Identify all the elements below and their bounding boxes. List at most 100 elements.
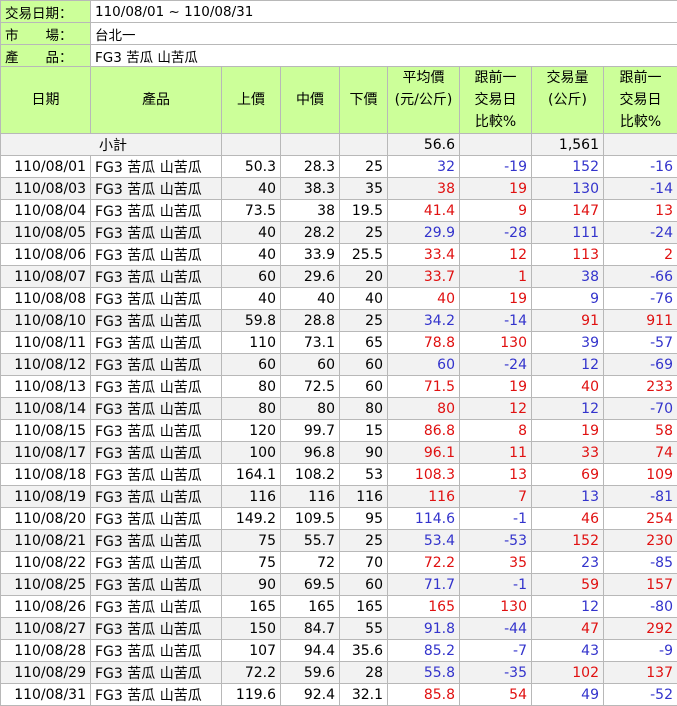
row-product: FG3 苦瓜 山苦瓜 <box>90 265 222 288</box>
row-low-price: 25 <box>339 529 388 552</box>
row-volume-compare: -24 <box>603 221 677 244</box>
date-range-label: 交易日期： <box>0 0 91 23</box>
header-date: 日期 <box>0 66 91 134</box>
row-volume-compare: -57 <box>603 331 677 354</box>
row-low-price: 60 <box>339 353 388 376</box>
table-row: 110/08/12 FG3 苦瓜 山苦瓜 60 60 60 60 -24 12 -69 <box>0 353 677 376</box>
row-avg-price: 60 <box>387 353 460 376</box>
row-avg-price: 72.2 <box>387 551 460 574</box>
row-avg-price: 165 <box>387 595 460 618</box>
row-avg-price: 55.8 <box>387 661 460 684</box>
row-mid-price: 55.7 <box>280 529 340 552</box>
row-mid-price: 69.5 <box>280 573 340 596</box>
info-row-date: 交易日期： 110/08/01 ~ 110/08/31 <box>0 0 677 23</box>
row-avg-price: 41.4 <box>387 199 460 222</box>
subtotal-label: 小計 <box>99 137 127 154</box>
row-high-price: 59.8 <box>221 309 281 332</box>
row-low-price: 15 <box>339 419 388 442</box>
row-avg-compare: 11 <box>459 441 532 464</box>
row-date: 110/08/05 <box>0 221 91 244</box>
row-avg-price: 116 <box>387 485 460 508</box>
row-volume-compare: 2 <box>603 243 677 266</box>
price-table: 日期 產品 上價 中價 下價 平均價 (元/公斤) 跟前一 交易日 比較% 交易… <box>0 66 677 706</box>
row-volume-compare: 157 <box>603 573 677 596</box>
table-row: 110/08/10 FG3 苦瓜 山苦瓜 59.8 28.8 25 34.2 -14 91 91… <box>0 309 677 332</box>
row-date: 110/08/21 <box>0 529 91 552</box>
date-range-value: 110/08/01 ~ 110/08/31 <box>90 0 677 23</box>
header-avg-line2: (元/公斤) <box>394 92 453 108</box>
table-row: 110/08/08 FG3 苦瓜 山苦瓜 40 40 40 40 19 9 -76 <box>0 287 677 310</box>
market-value: 台北一 <box>90 22 677 45</box>
subtotal-avg-compare <box>459 133 532 156</box>
row-low-price: 25.5 <box>339 243 388 266</box>
subtotal-volume-compare <box>603 133 677 156</box>
header-avg-compare: 跟前一 交易日 比較% <box>459 66 532 134</box>
table-row: 110/08/06 FG3 苦瓜 山苦瓜 40 33.9 25.5 33.4 12 113 2 <box>0 243 677 266</box>
row-volume: 59 <box>531 573 604 596</box>
row-product: FG3 苦瓜 山苦瓜 <box>90 573 222 596</box>
row-volume: 39 <box>531 331 604 354</box>
row-avg-price: 32 <box>387 155 460 178</box>
header-avg-price: 平均價 (元/公斤) <box>387 66 460 134</box>
row-mid-price: 40 <box>280 287 340 310</box>
row-high-price: 90 <box>221 573 281 596</box>
table-row: 110/08/15 FG3 苦瓜 山苦瓜 120 99.7 15 86.8 8 19 58 <box>0 419 677 442</box>
row-low-price: 95 <box>339 507 388 530</box>
row-product: FG3 苦瓜 山苦瓜 <box>90 331 222 354</box>
row-product: FG3 苦瓜 山苦瓜 <box>90 441 222 464</box>
row-volume-compare: -81 <box>603 485 677 508</box>
row-high-price: 149.2 <box>221 507 281 530</box>
row-avg-compare: -1 <box>459 573 532 596</box>
row-mid-price: 99.7 <box>280 419 340 442</box>
row-volume: 46 <box>531 507 604 530</box>
row-low-price: 90 <box>339 441 388 464</box>
row-high-price: 60 <box>221 265 281 288</box>
row-volume-compare: -76 <box>603 287 677 310</box>
row-high-price: 80 <box>221 397 281 420</box>
header-avg-compare-line2: 交易日 <box>474 92 517 108</box>
info-table: 交易日期： 110/08/01 ~ 110/08/31 市 場： 台北一 產 品… <box>0 0 677 67</box>
row-volume: 12 <box>531 353 604 376</box>
row-volume: 113 <box>531 243 604 266</box>
row-low-price: 25 <box>339 309 388 332</box>
row-low-price: 40 <box>339 287 388 310</box>
row-volume-compare: 109 <box>603 463 677 486</box>
row-high-price: 120 <box>221 419 281 442</box>
row-avg-price: 86.8 <box>387 419 460 442</box>
row-volume: 102 <box>531 661 604 684</box>
row-volume: 147 <box>531 199 604 222</box>
row-volume: 43 <box>531 639 604 662</box>
header-volume-compare-line2: 交易日 <box>619 92 662 108</box>
row-product: FG3 苦瓜 山苦瓜 <box>90 551 222 574</box>
row-volume-compare: -16 <box>603 155 677 178</box>
row-avg-compare: -14 <box>459 309 532 332</box>
row-avg-compare: -53 <box>459 529 532 552</box>
row-low-price: 70 <box>339 551 388 574</box>
row-volume: 38 <box>531 265 604 288</box>
row-mid-price: 29.6 <box>280 265 340 288</box>
table-row: 110/08/28 FG3 苦瓜 山苦瓜 107 94.4 35.6 85.2 -7 43 -9 <box>0 639 677 662</box>
row-avg-compare: -35 <box>459 661 532 684</box>
row-avg-price: 80 <box>387 397 460 420</box>
row-date: 110/08/17 <box>0 441 91 464</box>
subtotal-high <box>221 133 281 156</box>
row-low-price: 32.1 <box>339 683 388 706</box>
row-avg-compare: 13 <box>459 463 532 486</box>
row-volume: 23 <box>531 551 604 574</box>
table-row: 110/08/17 FG3 苦瓜 山苦瓜 100 96.8 90 96.1 11 33 74 <box>0 441 677 464</box>
product-label: 產 品： <box>0 44 91 67</box>
table-row: 110/08/04 FG3 苦瓜 山苦瓜 73.5 38 19.5 41.4 9 147 13 <box>0 199 677 222</box>
row-low-price: 35.6 <box>339 639 388 662</box>
row-avg-compare: 9 <box>459 199 532 222</box>
row-mid-price: 92.4 <box>280 683 340 706</box>
row-high-price: 75 <box>221 551 281 574</box>
table-row: 110/08/13 FG3 苦瓜 山苦瓜 80 72.5 60 71.5 19 40 233 <box>0 375 677 398</box>
row-low-price: 165 <box>339 595 388 618</box>
row-volume: 13 <box>531 485 604 508</box>
row-avg-compare: 12 <box>459 243 532 266</box>
row-avg-compare: 130 <box>459 331 532 354</box>
row-high-price: 40 <box>221 177 281 200</box>
row-product: FG3 苦瓜 山苦瓜 <box>90 639 222 662</box>
row-product: FG3 苦瓜 山苦瓜 <box>90 177 222 200</box>
header-product: 產品 <box>90 66 222 134</box>
